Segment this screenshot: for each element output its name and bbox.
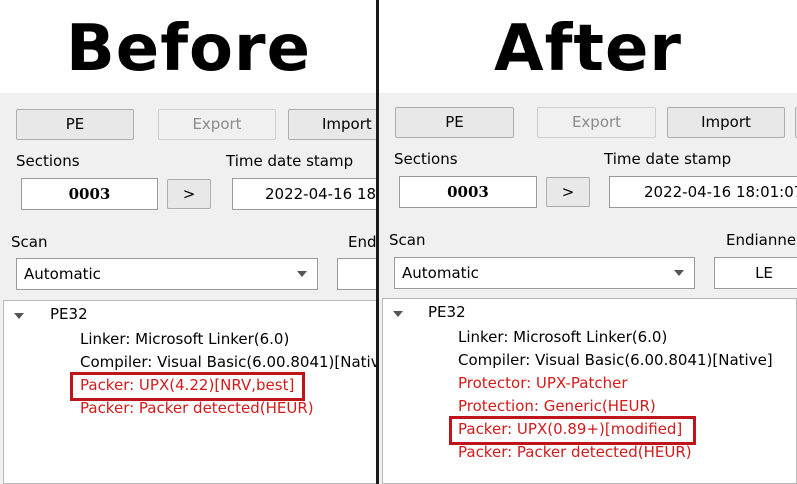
export-button[interactable]: Export (158, 109, 276, 140)
tree-item-protector[interactable]: Protector: UPX-Patcher (458, 374, 628, 392)
tree-item-protection[interactable]: Protection: Generic(HEUR) (458, 397, 656, 415)
scan-select-value: Automatic (24, 265, 101, 283)
detection-tree: PE32 Linker: Microsoft Linker(6.0) Compi… (382, 298, 797, 484)
timestamp-field[interactable]: 2022-04-16 18: (232, 178, 377, 210)
endianness-label: Endiannes (726, 231, 797, 249)
tree-item-packer-heur[interactable]: Packer: Packer detected(HEUR) (80, 399, 314, 417)
tree-root[interactable]: PE32 (50, 305, 88, 323)
tree-item-packer-heur[interactable]: Packer: Packer detected(HEUR) (458, 443, 692, 461)
before-panel: Before PE Export Import Sections 0003 > … (0, 0, 377, 484)
sections-next-button[interactable]: > (167, 179, 211, 209)
scan-select[interactable]: Automatic (16, 258, 318, 290)
tree-item[interactable]: Compiler: Visual Basic(6.00.8041)[Native… (458, 351, 773, 369)
endianness-field[interactable] (337, 258, 377, 290)
highlight-box (449, 416, 696, 445)
sections-label: Sections (16, 152, 80, 170)
pe-button[interactable]: PE (395, 107, 514, 138)
timestamp-label: Time date stamp (604, 150, 732, 168)
sections-field[interactable]: 0003 (21, 178, 158, 210)
tree-item[interactable]: Linker: Microsoft Linker(6.0) (80, 330, 289, 348)
expand-arrow-icon[interactable] (393, 311, 403, 317)
timestamp-label: Time date stamp (226, 152, 354, 170)
scan-select-value: Automatic (402, 264, 479, 282)
endianness-field[interactable]: LE (714, 257, 797, 289)
chevron-down-icon (297, 271, 307, 277)
highlight-box (70, 372, 305, 401)
sections-next-button[interactable]: > (546, 177, 590, 207)
scan-label: Scan (11, 233, 48, 251)
tree-root[interactable]: PE32 (428, 303, 466, 321)
scan-select[interactable]: Automatic (394, 257, 695, 289)
pe-button[interactable]: PE (16, 109, 134, 140)
after-panel: After PE Export Import Sections 0003 > T… (379, 0, 797, 484)
before-heading: Before (0, 8, 377, 90)
sections-field[interactable]: 0003 (399, 176, 537, 208)
import-button[interactable]: Import (288, 109, 377, 140)
chevron-down-icon (674, 270, 684, 276)
export-button[interactable]: Export (537, 107, 656, 138)
timestamp-field[interactable]: 2022-04-16 18:01:07 (609, 176, 797, 208)
before-die-window: PE Export Import Sections 0003 > Time da… (0, 93, 377, 484)
tree-item[interactable]: Linker: Microsoft Linker(6.0) (458, 328, 667, 346)
import-button[interactable]: Import (667, 107, 785, 138)
tree-item[interactable]: Compiler: Visual Basic(6.00.8041)[Nativ (80, 353, 377, 371)
scan-label: Scan (389, 231, 426, 249)
sections-label: Sections (394, 150, 458, 168)
expand-arrow-icon[interactable] (14, 313, 24, 319)
endianness-label: End (348, 233, 377, 251)
after-heading: After (379, 8, 797, 90)
